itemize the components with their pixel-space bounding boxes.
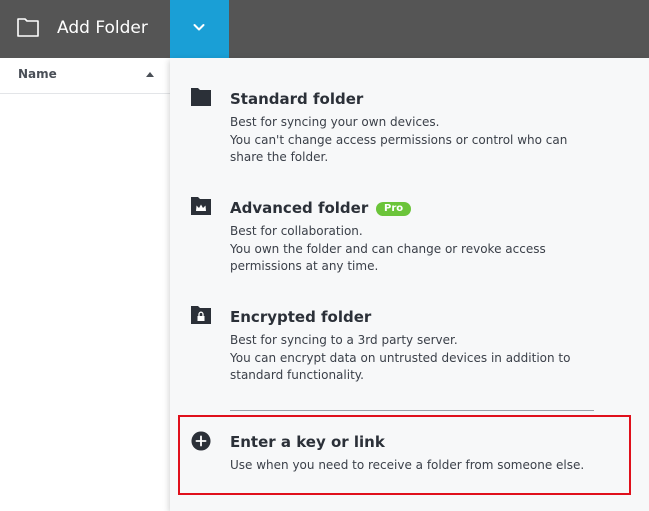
folder-lock-icon <box>191 306 211 324</box>
option-title: Enter a key or link <box>230 433 385 451</box>
option-description-line: Use when you need to receive a folder fr… <box>230 458 585 472</box>
add-folder-menu: Standard folder Best for syncing your ow… <box>170 58 649 511</box>
option-description-line: permissions at any time. <box>230 259 379 273</box>
option-title: Encrypted folder <box>230 308 372 326</box>
top-toolbar: Add Folder <box>0 0 649 58</box>
folder-solid-icon <box>191 88 211 106</box>
option-description-line: You can encrypt data on untrusted device… <box>230 350 571 365</box>
menu-item-enter-key-or-link[interactable]: Enter a key or link Use when you need to… <box>170 423 649 483</box>
name-column-header[interactable]: Name <box>0 58 170 94</box>
pro-badge: Pro <box>376 202 412 216</box>
menu-divider <box>230 410 594 411</box>
option-description-line: Best for syncing your own devices. <box>230 115 440 129</box>
option-description-line: Best for syncing to a 3rd party server. <box>230 333 458 347</box>
menu-item-advanced-folder[interactable]: Advanced folder Pro Best for collaborati… <box>170 189 649 289</box>
option-description-line: standard functionality. <box>230 368 364 382</box>
option-description-line: You own the folder and can change or rev… <box>230 241 546 256</box>
option-description-line: share the folder. <box>230 150 329 164</box>
option-description-line: Best for collaboration. <box>230 224 363 238</box>
menu-item-encrypted-folder[interactable]: Encrypted folder Best for syncing to a 3… <box>170 298 649 398</box>
name-column-label: Name <box>18 67 57 81</box>
add-folder-dropdown-toggle[interactable] <box>170 0 229 58</box>
chevron-down-icon <box>193 24 205 31</box>
option-description-line: You can't change access permissions or c… <box>230 132 568 147</box>
plus-circle-icon <box>191 431 211 451</box>
menu-item-standard-folder[interactable]: Standard folder Best for syncing your ow… <box>170 80 649 180</box>
sort-ascending-icon <box>146 72 154 77</box>
folder-outline-icon <box>17 18 39 37</box>
option-title: Advanced folder <box>230 199 369 217</box>
folder-crown-icon <box>191 197 211 215</box>
add-folder-label: Add Folder <box>57 18 148 38</box>
option-title: Standard folder <box>230 90 364 108</box>
add-folder-button[interactable]: Add Folder <box>0 0 170 58</box>
